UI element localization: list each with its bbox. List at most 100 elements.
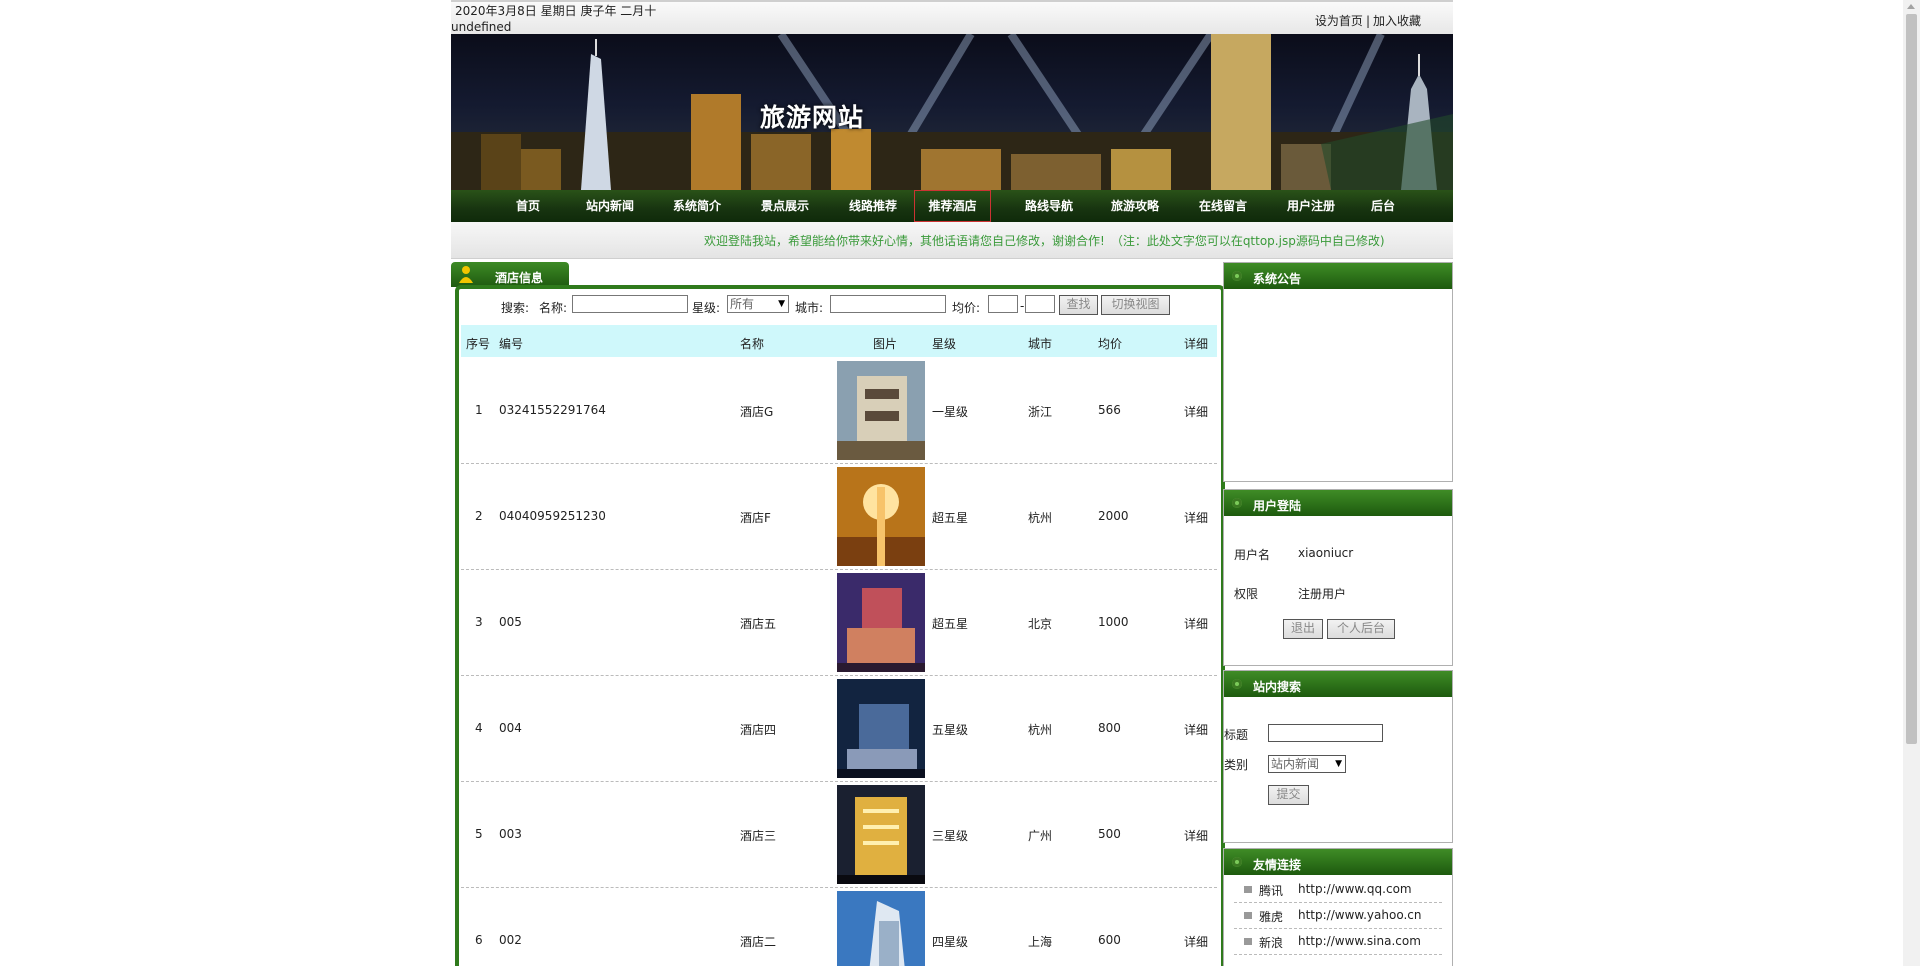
nav-item-register[interactable]: 用户注册 bbox=[1269, 190, 1353, 222]
logout-button[interactable]: 退出 bbox=[1283, 619, 1323, 639]
bullet-icon bbox=[1232, 679, 1242, 689]
chevron-down-icon: ▼ bbox=[1335, 759, 1342, 769]
scroll-up-icon[interactable] bbox=[1907, 4, 1915, 9]
bullet-icon bbox=[1232, 498, 1242, 508]
site-search-box: 站内搜索 标题 类别 站内新闻 ▼ 提交 bbox=[1223, 670, 1453, 843]
row-name: 酒店G bbox=[740, 405, 774, 419]
friend-link-item[interactable]: 新浪 http://www.sina.com bbox=[1234, 929, 1442, 955]
row-price: 600 bbox=[1098, 933, 1121, 947]
price-label: 均价: bbox=[952, 301, 981, 315]
notice-box: 系统公告 bbox=[1223, 262, 1453, 482]
role-label: 权限 bbox=[1234, 587, 1259, 601]
scrollbar-thumb[interactable] bbox=[1906, 14, 1917, 744]
personal-center-button[interactable]: 个人后台 bbox=[1327, 619, 1395, 639]
col-index: 序号 bbox=[466, 337, 491, 351]
row-star: 五星级 bbox=[932, 723, 969, 737]
search-title-label: 标题 bbox=[1224, 728, 1249, 742]
notice-header: 系统公告 bbox=[1224, 263, 1452, 289]
top-links: 设为首页 | 加入收藏 bbox=[1315, 12, 1421, 29]
friend-links-title: 友情连接 bbox=[1253, 858, 1302, 872]
hotel-photo[interactable] bbox=[837, 467, 925, 566]
row-star: 超五星 bbox=[932, 511, 969, 525]
nav-item-admin[interactable]: 后台 bbox=[1353, 190, 1413, 222]
table-row: 2 04040959251230 酒店F 超五星 杭州 2000 详细 bbox=[461, 463, 1217, 570]
page-scrollbar[interactable] bbox=[1903, 0, 1920, 966]
add-favorite-link[interactable]: 加入收藏 bbox=[1373, 14, 1421, 28]
friend-link-item[interactable]: 腾讯 http://www.qq.com bbox=[1234, 877, 1442, 903]
row-detail-link[interactable]: 详细 bbox=[1184, 615, 1208, 632]
search-submit-button[interactable]: 提交 bbox=[1268, 785, 1309, 805]
find-button[interactable]: 查找 bbox=[1059, 295, 1098, 315]
nav-item-hotels[interactable]: 推荐酒店 bbox=[914, 190, 991, 222]
price-separator: - bbox=[1020, 299, 1025, 313]
hotel-photo[interactable] bbox=[837, 785, 925, 884]
row-detail-link[interactable]: 详细 bbox=[1184, 509, 1208, 526]
hotel-tab-label: 酒店信息 bbox=[495, 271, 544, 285]
row-index: 4 bbox=[475, 721, 483, 735]
row-code: 003 bbox=[499, 827, 522, 841]
row-index: 5 bbox=[475, 827, 483, 841]
set-home-link[interactable]: 设为首页 bbox=[1315, 14, 1363, 28]
hotel-photo[interactable] bbox=[837, 679, 925, 778]
nav-item-routes[interactable]: 线路推荐 bbox=[831, 190, 915, 222]
bullet-icon bbox=[1232, 271, 1242, 281]
category-select[interactable]: 站内新闻 ▼ bbox=[1268, 755, 1346, 773]
col-name: 名称 bbox=[740, 337, 765, 351]
row-code: 04040959251230 bbox=[499, 509, 606, 523]
row-code: 03241552291764 bbox=[499, 403, 606, 417]
row-detail-link[interactable]: 详细 bbox=[1184, 933, 1208, 950]
col-price: 均价 bbox=[1098, 337, 1123, 351]
switch-view-button[interactable]: 切换视图 bbox=[1101, 295, 1170, 315]
search-title-input[interactable] bbox=[1268, 724, 1383, 742]
hotel-name-input[interactable] bbox=[572, 295, 688, 313]
friend-link-url[interactable]: http://www.qq.com bbox=[1298, 882, 1412, 896]
row-star: 一星级 bbox=[932, 405, 969, 419]
nav-item-about[interactable]: 系统简介 bbox=[655, 190, 739, 222]
username-value: xiaoniucr bbox=[1298, 546, 1354, 560]
price-max-input[interactable] bbox=[1025, 295, 1055, 313]
site-banner: 旅游网站 bbox=[451, 34, 1453, 190]
city-input[interactable] bbox=[830, 295, 946, 313]
row-detail-link[interactable]: 详细 bbox=[1184, 403, 1208, 420]
row-city: 杭州 bbox=[1028, 511, 1053, 525]
star-select[interactable]: 所有 ▼ bbox=[727, 295, 789, 313]
role-value: 注册用户 bbox=[1298, 587, 1347, 601]
square-bullet-icon bbox=[1244, 912, 1252, 919]
row-detail-link[interactable]: 详细 bbox=[1184, 721, 1208, 738]
friend-links-header: 友情连接 bbox=[1224, 849, 1452, 875]
friend-link-name: 雅虎 bbox=[1259, 910, 1284, 924]
hotel-photo[interactable] bbox=[837, 361, 925, 460]
row-price: 2000 bbox=[1098, 509, 1129, 523]
main-nav: 首页 站内新闻 系统简介 景点展示 线路推荐 推荐酒店 路线导航 旅游攻略 在线… bbox=[451, 190, 1453, 222]
hotel-photo[interactable] bbox=[837, 573, 925, 672]
nav-item-guides[interactable]: 旅游攻略 bbox=[1093, 190, 1177, 222]
row-code: 002 bbox=[499, 933, 522, 947]
nav-item-attractions[interactable]: 景点展示 bbox=[743, 190, 827, 222]
friend-link-url[interactable]: http://www.yahoo.cn bbox=[1298, 908, 1421, 922]
table-row: 3 005 酒店五 超五星 北京 1000 详细 bbox=[461, 569, 1217, 676]
friend-link-name: 腾讯 bbox=[1259, 884, 1284, 898]
row-name: 酒店四 bbox=[740, 723, 777, 737]
page: 2020年3月8日 星期日 庚子年 二月十 undefined 设为首页 | 加入收… bbox=[451, 0, 1453, 966]
username-label: 用户名 bbox=[1234, 548, 1271, 562]
row-price: 800 bbox=[1098, 721, 1121, 735]
link-separator: | bbox=[1365, 14, 1370, 28]
row-index: 1 bbox=[475, 403, 483, 417]
price-min-input[interactable] bbox=[988, 295, 1018, 313]
hotel-photo[interactable] bbox=[837, 891, 925, 966]
site-title: 旅游网站 bbox=[760, 103, 865, 132]
nav-item-navigation[interactable]: 路线导航 bbox=[1007, 190, 1091, 222]
nav-item-messages[interactable]: 在线留言 bbox=[1181, 190, 1265, 222]
row-city: 浙江 bbox=[1028, 405, 1053, 419]
nav-item-news[interactable]: 站内新闻 bbox=[568, 190, 652, 222]
search-category-label: 类别 bbox=[1224, 758, 1249, 772]
hotel-tab: 酒店信息 bbox=[451, 262, 569, 287]
nav-item-home[interactable]: 首页 bbox=[508, 190, 548, 222]
row-detail-link[interactable]: 详细 bbox=[1184, 827, 1208, 844]
table-row: 1 03241552291764 酒店G 一星级 浙江 566 详细 bbox=[461, 357, 1217, 464]
star-label: 星级: bbox=[692, 301, 721, 315]
city-skyline-image bbox=[451, 34, 1453, 190]
row-name: 酒店F bbox=[740, 511, 771, 525]
friend-link-url[interactable]: http://www.sina.com bbox=[1298, 934, 1421, 948]
friend-link-item[interactable]: 雅虎 http://www.yahoo.cn bbox=[1234, 903, 1442, 929]
